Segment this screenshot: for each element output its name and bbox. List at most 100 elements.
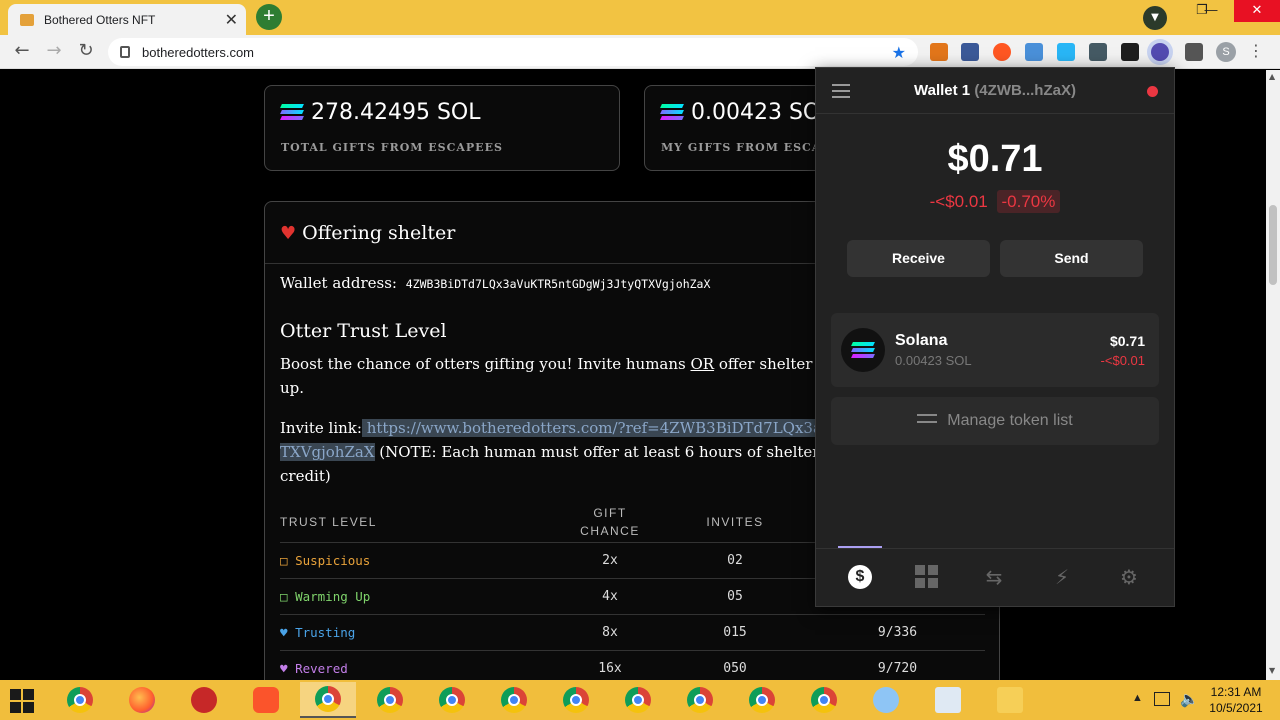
wallet-header: Wallet 1 (4ZWB...hZaX) [816,68,1174,114]
stat-value: 0.00423 SOL [691,100,833,125]
invite-link-tail[interactable]: TXVgjohZaX [280,443,375,461]
shelter-hours: 9/720 [810,649,985,680]
solana-icon [280,104,304,121]
manage-token-list-button[interactable]: Manage token list [831,397,1159,445]
shelter-hours: 9/336 [810,613,985,650]
taskbar-chrome-profile-icon[interactable] [300,682,356,718]
reader-icon[interactable] [961,43,979,61]
wallet-address-line: Wallet address: 4ZWB3BiDTd7LQx3aVuKTR5nt… [280,274,711,292]
invite-link[interactable]: https://www.botheredotters.com/?ref=4ZWB… [361,419,833,437]
table-row: ♥ Revered 16x 050 9/720 [280,649,985,680]
bookmark-star-icon[interactable]: ★ [892,43,906,62]
invites: 050 [660,649,810,680]
token-amount: 0.00423 SOL [895,353,972,368]
new-tab-button[interactable]: + [256,4,282,30]
scrollbar-thumb[interactable] [1269,205,1277,285]
invites: 02 [660,541,810,578]
token-row-solana[interactable]: Solana 0.00423 SOL $0.71 -<$0.01 [831,313,1159,387]
token-name: Solana [895,332,948,349]
connection-status-icon[interactable] [1147,86,1158,97]
wallet-popup: Wallet 1 (4ZWB...hZaX) $0.71 -<$0.01 -0.… [815,67,1175,607]
level-icon: □ [280,552,288,568]
wallet-name[interactable]: Wallet 1 [914,82,970,99]
taskbar-chrome-icon[interactable] [52,682,108,718]
arrow-icon[interactable] [1025,43,1043,61]
taskbar-chrome-profile-icon[interactable] [486,682,542,718]
level-icon: ♥ [280,660,288,676]
record-icon[interactable] [993,43,1011,61]
metamask-icon[interactable] [930,43,948,61]
browser-tab[interactable]: Bothered Otters NFT ✕ [8,4,246,35]
tab-search-icon[interactable]: ▼ [1143,6,1167,30]
page-scrollbar[interactable]: ▲ ▼ [1266,70,1280,680]
box-icon[interactable] [1121,43,1139,61]
show-hidden-icons[interactable]: ▲ [1132,692,1143,720]
level-icon: □ [280,588,288,604]
scroll-down-icon[interactable]: ▼ [1269,666,1275,675]
cloud-icon[interactable] [1057,43,1075,61]
taskbar-chrome-profile-icon[interactable] [548,682,604,718]
puzzle-icon[interactable] [1185,43,1203,61]
taskbar-brave-icon[interactable] [238,682,294,718]
taskbar-firefox-icon[interactable] [114,682,170,718]
solana-icon [660,104,684,121]
level-icon: ♥ [280,624,288,640]
taskbar-photos-icon[interactable] [920,682,976,718]
balance-change: -<$0.01 -0.70% [816,190,1174,213]
column-header: INVITES [706,514,764,529]
collectibles-icon[interactable] [915,565,939,589]
clock-date: 10/5/2021 [1209,701,1263,715]
taskbar-chrome-profile-icon[interactable] [610,682,666,718]
restore-button[interactable]: ❐ [1188,0,1216,22]
total-gifts-card: 278.42495 SOL TOTAL GIFTS FROM ESCAPEES [264,85,620,171]
trust-level-heading: Otter Trust Level [280,320,447,342]
settings-icon[interactable]: ⚙ [1117,565,1141,589]
browser-titlebar: Bothered Otters NFT ✕ + ▼ — [0,0,1280,35]
receive-button[interactable]: Receive [847,240,990,277]
taskbar-shield-icon[interactable] [176,682,232,718]
address-bar[interactable]: botheredotters.com ★ [108,38,918,66]
site-favicon-icon [20,13,34,26]
network-icon[interactable] [1154,692,1170,706]
volume-icon[interactable]: 🔈 [1180,690,1199,720]
clock-time: 12:31 AM [1210,685,1262,699]
taskbar-chrome-profile-icon[interactable] [796,682,852,718]
send-button[interactable]: Send [1000,240,1143,277]
change-amount: -<$0.01 [929,192,988,211]
stat-value: 278.42495 SOL [311,100,481,125]
gift-chance: 2x [560,541,660,578]
heart-icon: ♥ [280,222,297,244]
taskbar-chrome-profile-icon[interactable] [734,682,790,718]
phantom-icon[interactable] [1151,43,1169,61]
reload-button[interactable]: ↻ [74,40,98,64]
taskbar-chrome-profile-icon[interactable] [672,682,728,718]
url-text: botheredotters.com [142,44,255,60]
wallet-balance: $0.71 [947,138,1043,180]
lock-icon [120,46,130,58]
windows-start-icon[interactable] [10,689,34,713]
column-header: GIFT CHANCE [580,505,640,538]
swap-icon[interactable]: ⇆ [982,565,1006,589]
solana-token-icon [841,328,885,372]
token-usd: $0.71 [1109,333,1145,349]
taskbar-explorer-icon[interactable] [982,682,1038,718]
taskbar-chrome-profile-icon[interactable] [424,682,480,718]
taskbar-clock[interactable]: 12:31 AM 10/5/2021 [1206,684,1266,716]
wallet-address-short[interactable]: (4ZWB...hZaX) [974,82,1076,99]
back-button[interactable]: ← [10,40,34,64]
tab-title: Bothered Otters NFT [44,12,156,27]
token-change: -<$0.01 [1100,353,1145,368]
tab-close-icon[interactable]: ✕ [225,10,238,29]
otter-icon[interactable] [1089,43,1107,61]
close-window-button[interactable]: ✕ [1234,0,1280,22]
scroll-up-icon[interactable]: ▲ [1269,72,1275,81]
activity-icon[interactable]: ⚡ [1050,565,1074,589]
forward-button[interactable]: → [42,40,66,64]
table-row: ♥ Trusting 8x 015 9/336 [280,613,985,650]
taskbar-chrome-profile-icon[interactable] [362,682,418,718]
profile-avatar[interactable]: S [1216,42,1236,62]
menu-dots-icon[interactable]: ⋮ [1248,41,1264,60]
taskbar-paint-icon[interactable] [858,682,914,718]
active-tab-indicator [838,546,882,548]
dollar-icon[interactable]: $ [848,565,872,589]
